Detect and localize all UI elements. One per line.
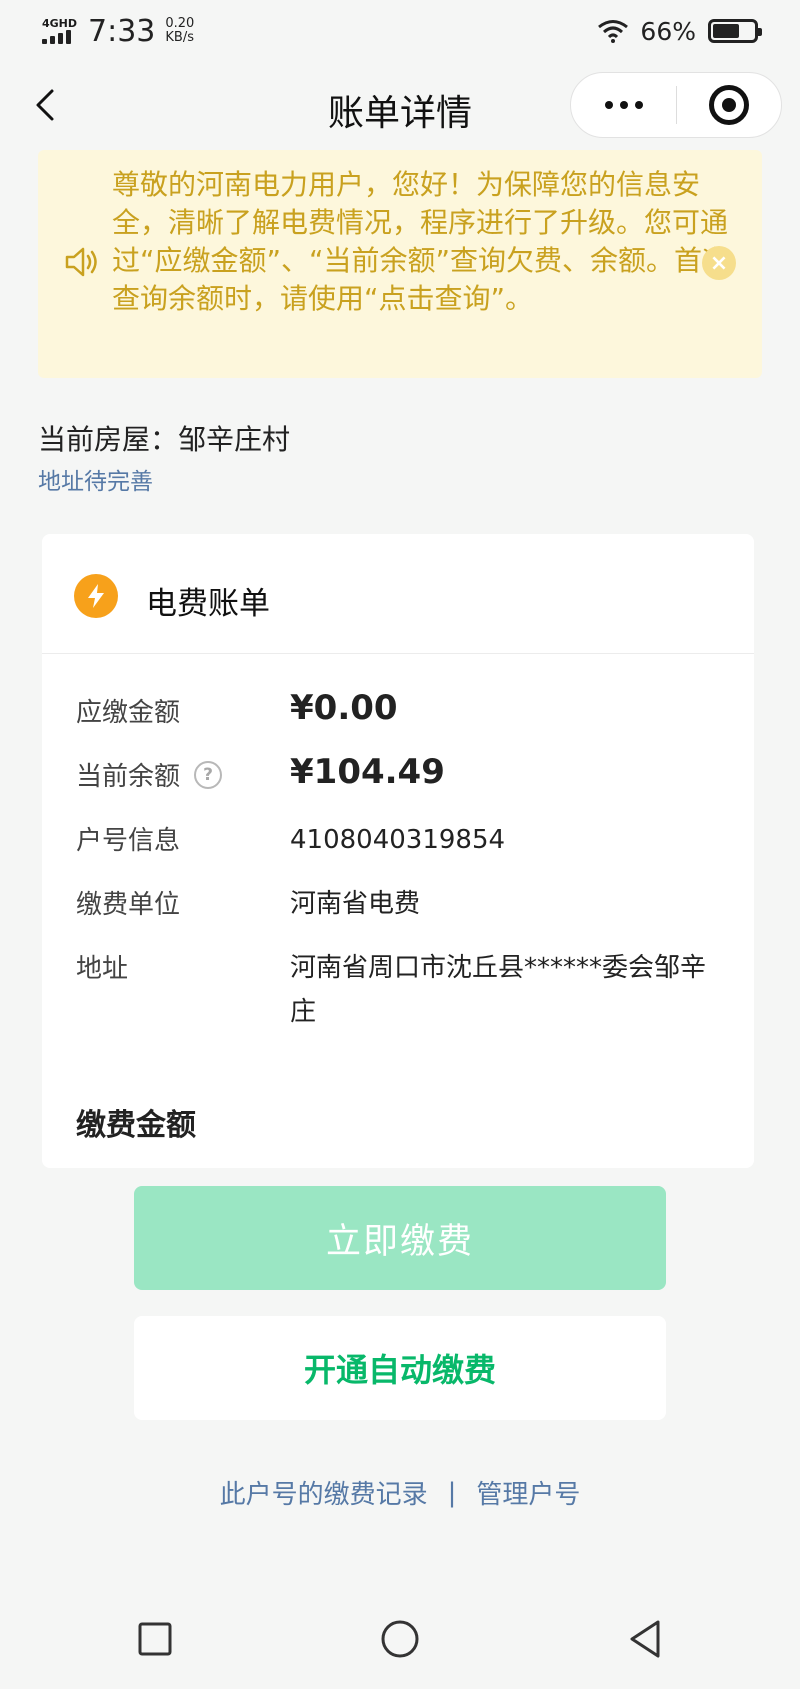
- speaker-icon: [65, 247, 97, 277]
- address-value: 河南省周口市沈丘县******委会邹辛庄: [290, 953, 707, 1027]
- network-indicator: 4GHD: [42, 18, 78, 44]
- notice-banner: 尊敬的河南电力用户，您好！为保障您的信息安全，清晰了解电费情况，程序进行了升级。…: [38, 150, 762, 378]
- speed-unit: KB/s: [165, 30, 194, 45]
- more-dot-icon: [604, 101, 613, 109]
- lightning-bolt-icon: [74, 574, 118, 618]
- notice-text: 尊敬的河南电力用户，您好！为保障您的信息安全，清晰了解电费情况，程序进行了升级。…: [112, 168, 731, 315]
- payment-unit-row: 缴费单位 河南省电费: [76, 876, 736, 926]
- triangle-back-icon: [630, 1620, 660, 1658]
- address-pending-link[interactable]: 地址待完善: [38, 462, 153, 496]
- pay-amount-title: 缴费金额: [76, 1108, 196, 1143]
- status-bar: 4GHD 7:33 0.20 KB/s 66%: [0, 0, 800, 62]
- current-balance-value: ¥104.49: [290, 752, 445, 792]
- recent-apps-button[interactable]: [130, 1614, 180, 1664]
- speed-value: 0.20: [165, 16, 195, 31]
- nav-bar: 账单详情: [0, 70, 800, 140]
- manage-account-link[interactable]: 管理户号: [476, 1474, 580, 1511]
- current-house: 当前房屋：邹辛庄村: [38, 418, 290, 458]
- help-icon[interactable]: ?: [194, 760, 223, 789]
- footer-links: 此户号的缴费记录 | 管理户号: [0, 1474, 800, 1511]
- system-back-button[interactable]: [620, 1614, 670, 1664]
- target-icon: [708, 85, 749, 125]
- circle-icon: [381, 1620, 419, 1658]
- address-row: 地址 河南省周口市沈丘县******委会邹辛庄: [76, 940, 736, 1036]
- signal-bars-icon: [42, 30, 71, 44]
- square-icon: [138, 1622, 172, 1656]
- account-number-label: 户号信息: [76, 826, 181, 856]
- current-balance-label: 当前余额 ?: [76, 756, 223, 793]
- more-dot-icon: [619, 101, 628, 109]
- battery-percent: 66%: [640, 16, 696, 46]
- home-button[interactable]: [375, 1614, 425, 1664]
- clock: 7:33: [88, 13, 156, 49]
- amount-due-row: 应缴金额 ¥0.00: [76, 684, 736, 734]
- notice-close-button[interactable]: ×: [702, 246, 736, 280]
- card-header: 电费账单: [42, 534, 754, 654]
- electricity-bill-card: 电费账单 应缴金额 ¥0.00 当前余额 ? ¥104.49 户号信息 4108…: [42, 534, 754, 1168]
- wifi-icon: [598, 20, 629, 43]
- amount-due-label: 应缴金额: [76, 698, 181, 728]
- payment-unit-value: 河南省电费: [290, 889, 421, 919]
- current-balance-label-text: 当前余额: [76, 762, 181, 792]
- pay-now-button[interactable]: 立即缴费: [134, 1186, 666, 1290]
- house-name: 邹辛庄村: [178, 423, 291, 456]
- payment-unit-label: 缴费单位: [76, 890, 181, 920]
- link-separator: |: [447, 1477, 457, 1508]
- account-number-value: 4108040319854: [290, 825, 506, 855]
- battery-icon: [708, 19, 762, 43]
- battery-level-fill: [713, 24, 740, 38]
- close-icon: ×: [709, 250, 729, 276]
- auto-pay-button[interactable]: 开通自动缴费: [134, 1316, 666, 1420]
- network-speed: 0.20 KB/s: [165, 17, 194, 45]
- system-navigation-bar: [0, 1604, 800, 1674]
- house-label: 当前房屋：: [38, 423, 179, 456]
- payment-record-link[interactable]: 此户号的缴费记录: [220, 1474, 428, 1511]
- status-left: 4GHD 7:33 0.20 KB/s: [42, 14, 194, 49]
- amount-due-value: ¥0.00: [290, 688, 398, 728]
- mini-program-capsule: [570, 72, 782, 138]
- status-right: 66%: [598, 16, 762, 46]
- address-label: 地址: [76, 954, 129, 984]
- more-button[interactable]: [571, 73, 676, 137]
- more-dot-icon: [634, 101, 643, 109]
- close-mini-program-button[interactable]: [677, 73, 781, 137]
- network-type: 4GHD: [42, 17, 78, 30]
- card-title: 电费账单: [146, 586, 270, 622]
- account-number-row: 户号信息 4108040319854: [76, 812, 736, 862]
- current-balance-row: 当前余额 ? ¥104.49: [76, 748, 736, 798]
